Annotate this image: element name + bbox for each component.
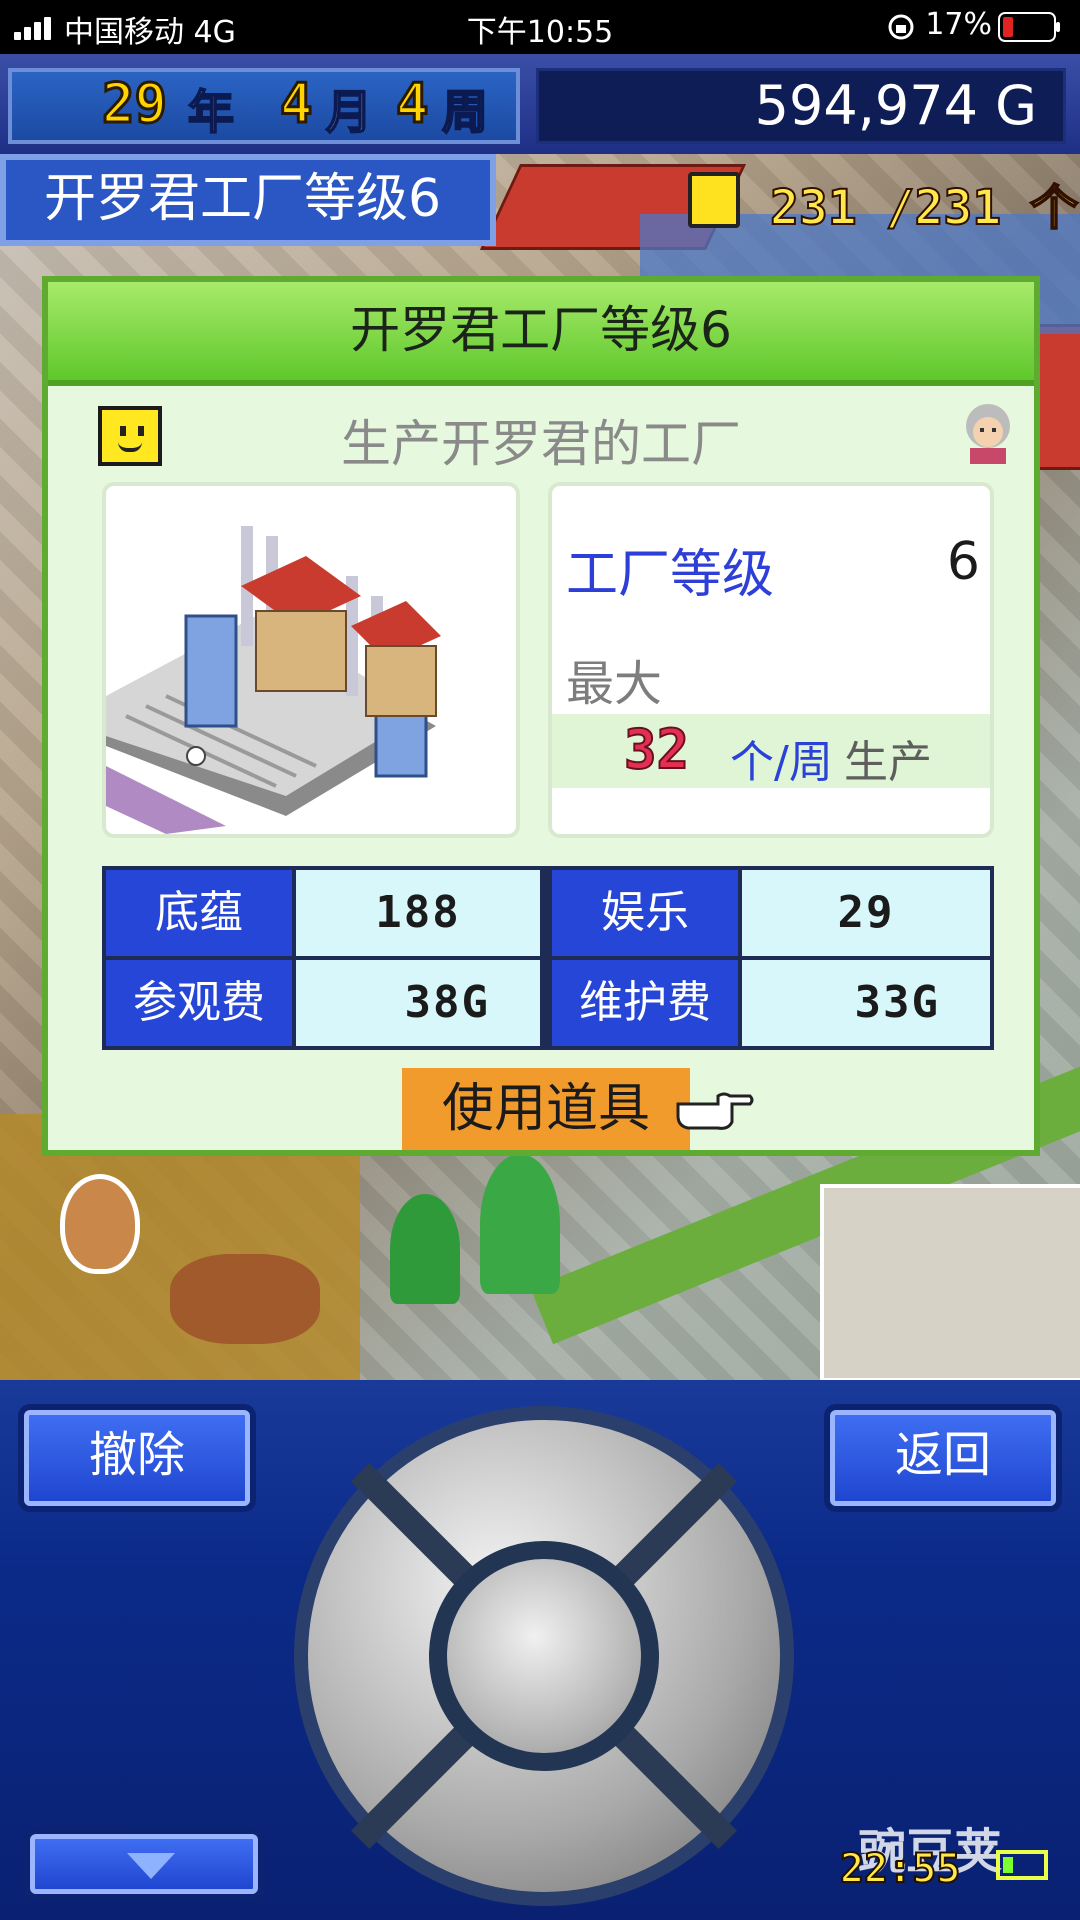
factory-image-card [102, 482, 520, 838]
month-value: 4 [279, 71, 314, 137]
production-label: 生产 [844, 737, 932, 788]
game-top-bar: 29 年 4 月 4 周 594,974 G [0, 54, 1080, 154]
dpad-center-button[interactable] [429, 1541, 659, 1771]
population-counter: 231 /231 个 [769, 179, 1079, 237]
visit-fee-label: 参观费 [106, 960, 292, 1046]
tree-icon [480, 1154, 560, 1294]
entertainment-value: 29 [742, 870, 990, 956]
production-unit: 个/周 [730, 737, 833, 788]
resident-icon [688, 172, 740, 228]
building-info-dialog: 开罗君工厂等级6 生产开罗君的工厂 工厂等级 6 最大 32 个/周 生产 底蕴… [42, 276, 1040, 1156]
battery-icon [998, 12, 1060, 42]
pinecone-icon [60, 1174, 140, 1274]
visit-fee-value: 38G [296, 960, 540, 1046]
production-row: 32 个/周 生产 [552, 714, 990, 788]
remove-button[interactable]: 撤除 [24, 1410, 250, 1506]
week-value: 4 [395, 71, 430, 137]
game-clock: 22:55 [839, 1845, 961, 1893]
use-item-button[interactable]: 使用道具 [402, 1068, 690, 1150]
entertainment-label: 娱乐 [552, 870, 738, 956]
clock-label: 下午10:55 [466, 15, 614, 50]
factory-illustration [106, 526, 441, 834]
max-label: 最大 [566, 656, 663, 712]
dialog-subtitle: 生产开罗君的工厂 [341, 415, 741, 473]
factory-level-value: 6 [946, 532, 980, 592]
controller-panel: 撤除 返回 豌豆荚 22:55 [0, 1380, 1080, 1920]
advisor-portrait-icon [966, 404, 1010, 464]
foundation-label: 底蕴 [106, 870, 292, 956]
tree-icon [390, 1194, 460, 1304]
month-unit: 月 [325, 84, 373, 140]
year-unit: 年 [187, 84, 235, 140]
money-display: 594,974 G [536, 68, 1066, 144]
date-display: 29 年 4 月 4 周 [8, 68, 520, 144]
building-block [820, 1184, 1080, 1380]
factory-info-card: 工厂等级 6 最大 32 个/周 生产 [548, 482, 994, 838]
pointing-hand-icon [676, 1092, 754, 1130]
week-unit: 周 [441, 84, 489, 140]
production-value: 32 [623, 717, 690, 782]
year-value: 29 [100, 71, 168, 137]
dialog-title: 开罗君工厂等级6 [48, 282, 1034, 386]
maintenance-value: 33G [742, 960, 990, 1046]
scroll-down-button[interactable] [30, 1834, 258, 1894]
factory-level-label: 工厂等级 [566, 545, 775, 605]
battery-percent: 17% [925, 7, 992, 42]
direction-pad[interactable] [294, 1406, 794, 1906]
caveman-group [170, 1254, 320, 1344]
back-button[interactable]: 返回 [830, 1410, 1056, 1506]
arrow-down-icon [127, 1853, 175, 1879]
status-bar: 中国移动 4G 下午10:55 17% [0, 0, 1080, 54]
game-battery-icon [996, 1850, 1048, 1880]
maintenance-label: 维护费 [552, 960, 738, 1046]
building-title-bar: 开罗君工厂等级6 [0, 154, 496, 246]
orientation-lock-icon [888, 14, 914, 40]
stats-table: 底蕴 188 娱乐 29 参观费 38G 维护费 33G [102, 866, 994, 1050]
foundation-value: 188 [296, 870, 540, 956]
